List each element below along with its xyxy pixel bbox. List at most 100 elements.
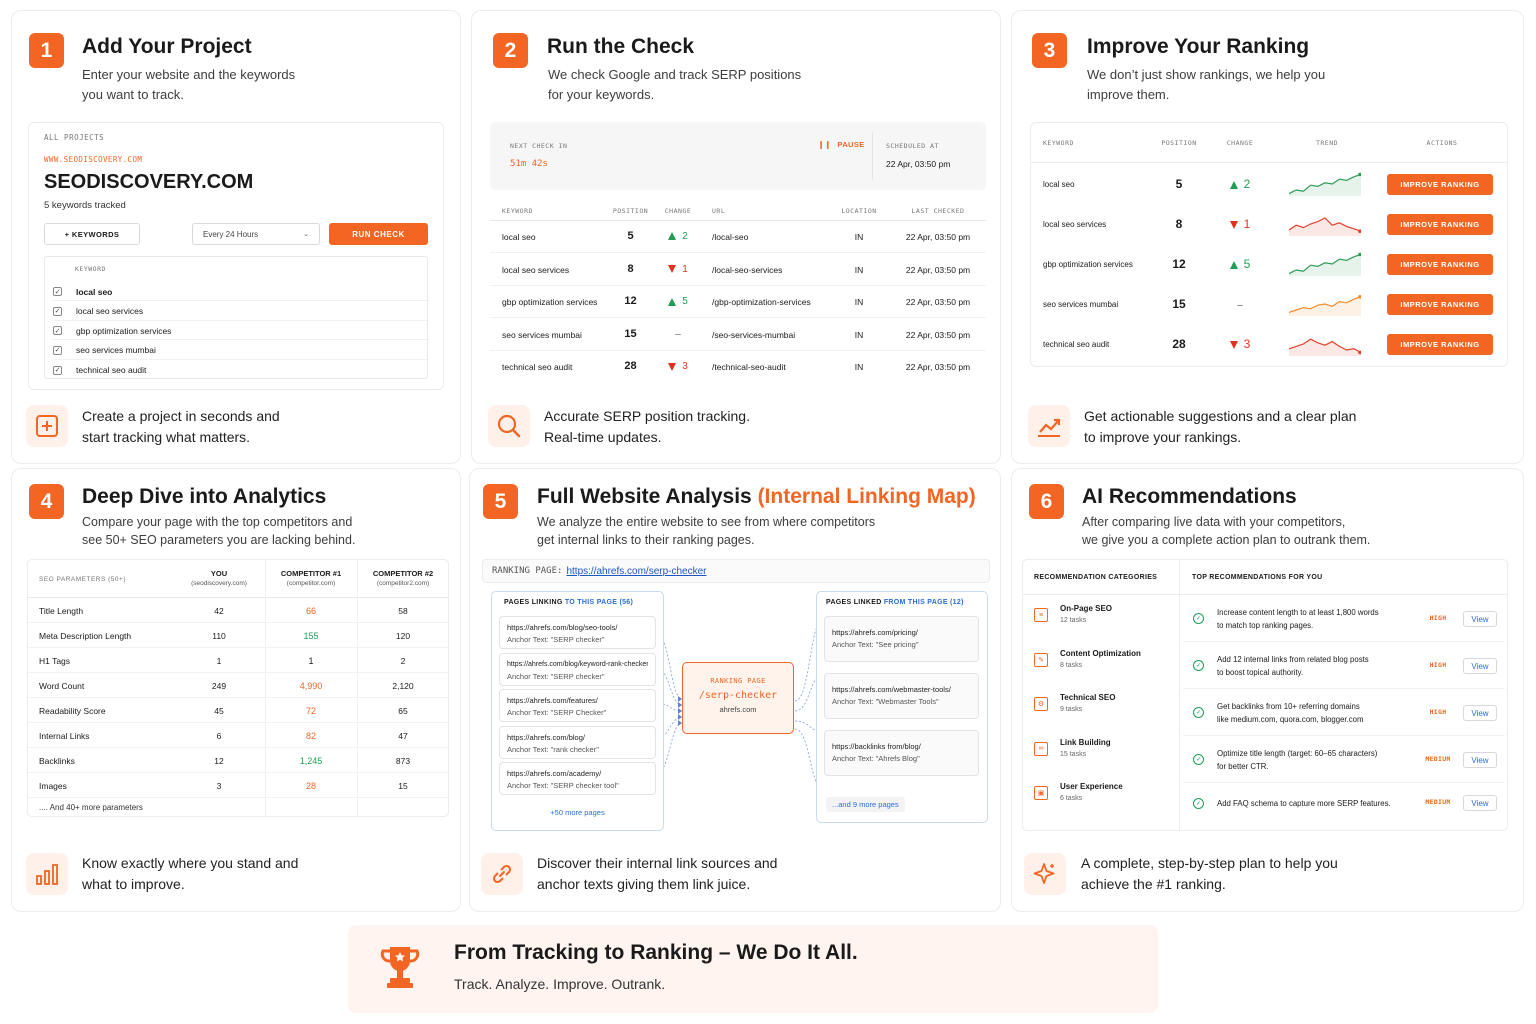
anchor-text: Anchor Text: "SERP checker"	[507, 671, 605, 681]
run-check-button[interactable]: RUN CHECK	[329, 223, 428, 245]
pause-button[interactable]: ❙❙ PAUSE	[818, 140, 865, 149]
project-url[interactable]: WWW.SEODISCOVERY.COM	[44, 155, 142, 164]
add-keywords-button[interactable]: + KEYWORDS	[44, 223, 140, 245]
keyword-cell: technical seo audit	[502, 362, 573, 373]
linking-page-item[interactable]: https://ahrefs.com/blog/seo-tools/Anchor…	[499, 616, 656, 649]
linking-page-url: https://ahrefs.com/blog/seo-tools/	[507, 623, 618, 632]
location-cell: IN	[854, 329, 864, 340]
center-ranking-page[interactable]: RANKING PAGE /serp-checker ahrefs.com	[682, 662, 794, 734]
competitor1-cell: 4,990	[299, 681, 323, 691]
table-row: gbp optimization services 12 5 IMPROVE RANK…	[1031, 245, 1507, 285]
category-item[interactable]: ∞ Link Building 15 tasks	[1034, 738, 1174, 768]
step-card-1: 1 Add Your Project Enter your website an…	[11, 10, 461, 464]
linked-page-url: https://ahrefs.com/webmaster-tools/	[832, 685, 951, 694]
competitor1-cell: 28	[305, 781, 316, 791]
more-linked-pages[interactable]: ...and 9 more pages	[826, 797, 905, 812]
parameter-cell: Backlinks	[39, 756, 75, 766]
view-button[interactable]: View	[1463, 752, 1497, 768]
linked-page-item[interactable]: https://ahrefs.com/pricing/Anchor Text: …	[824, 616, 979, 662]
category-item[interactable]: ≡ On-Page SEO 12 tasks	[1034, 604, 1174, 634]
change-cell: –	[1237, 300, 1243, 311]
keyword-row[interactable]: ✓ seo services mumbai	[53, 342, 427, 360]
improve-ranking-button[interactable]: IMPROVE RANKING	[1387, 214, 1493, 235]
you-cell: 3	[216, 781, 222, 791]
more-linking-pages[interactable]: +50 more pages	[492, 808, 663, 817]
keyword-row[interactable]: ✓ technical seo audit	[53, 361, 427, 379]
keyword-cell: seo services mumbai	[502, 329, 582, 340]
category-name: Link Building	[1060, 737, 1111, 747]
change-cell: 5	[658, 296, 698, 307]
pages-linked-header: PAGES LINKED FROM THIS PAGE (12)	[826, 599, 964, 606]
linking-page-url: https://ahrefs.com/blog/keyword-rank-che…	[507, 660, 648, 668]
view-button[interactable]: View	[1463, 658, 1497, 674]
arrow-up-icon	[1229, 180, 1238, 189]
category-name: Content Optimization	[1060, 648, 1141, 658]
url-cell[interactable]: /gbp-optimization-services	[712, 297, 811, 307]
recommendation-text: Optimize title length (target: 60–65 cha…	[1217, 747, 1422, 773]
category-item[interactable]: ⚙ Technical SEO 9 tasks	[1034, 693, 1174, 723]
improve-ranking-button[interactable]: IMPROVE RANKING	[1387, 294, 1493, 315]
category-tasks: 6 tasks	[1060, 795, 1083, 802]
keyword-cell: local seo services	[1043, 220, 1107, 229]
table-row: Readability Score 45 72 65	[28, 698, 448, 723]
url-cell[interactable]: /local-seo-services	[712, 265, 782, 275]
category-item[interactable]: ▣ User Experience 6 tasks	[1034, 782, 1174, 812]
step-description: Enter your website and the keywords you w…	[82, 67, 296, 102]
project-panel: ALL PROJECTS WWW.SEODISCOVERY.COM SEODIS…	[28, 122, 444, 390]
improve-ranking-button[interactable]: IMPROVE RANKING	[1387, 254, 1493, 275]
column-header: ACTIONS	[1426, 139, 1458, 147]
improve-ranking-button[interactable]: IMPROVE RANKING	[1387, 174, 1493, 195]
priority-badge: MEDIUM	[1425, 755, 1451, 763]
table-row: Internal Links 6 82 47	[28, 723, 448, 748]
anchor-text: Anchor Text: "SERP checker tool"	[507, 781, 619, 790]
step-title: Deep Dive into Analytics	[82, 485, 327, 508]
ranking-page-label: RANKING PAGE:	[492, 566, 563, 576]
checkbox[interactable]: ✓	[53, 345, 62, 355]
view-button[interactable]: View	[1463, 705, 1497, 721]
trend-sparkline	[1289, 217, 1361, 236]
linking-page-item[interactable]: https://ahrefs.com/blog/Anchor Text: "ra…	[499, 725, 656, 759]
next-check-countdown: 51m 42s	[510, 159, 548, 169]
improve-ranking-button[interactable]: IMPROVE RANKING	[1387, 334, 1493, 355]
competitor2-cell: 2	[400, 656, 406, 666]
checkbox[interactable]: ✓	[53, 287, 62, 296]
step-card-4: 4 Deep Dive into Analytics Compare your …	[11, 468, 461, 912]
position-cell: 5	[627, 230, 634, 242]
table-row: seo services mumbai 15 – /seo-services-mumb…	[490, 319, 986, 351]
url-cell[interactable]: /technical-seo-audit	[712, 362, 786, 372]
last-checked-cell: 22 Apr, 03:50 pm	[905, 297, 971, 308]
keyword-row[interactable]: ✓ local seo	[53, 283, 427, 301]
you-cell: 6	[216, 731, 222, 741]
view-button[interactable]: View	[1463, 611, 1497, 627]
bar-chart-icon	[26, 853, 68, 895]
settings-icon: ⚙	[1034, 697, 1048, 711]
ranking-page-bar: RANKING PAGE: https://ahrefs.com/serp-ch…	[482, 559, 990, 583]
linking-page-item[interactable]: https://ahrefs.com/blog/keyword-rank-che…	[499, 652, 656, 686]
table-row: technical seo audit 28 3/technical-seo-aud…	[490, 351, 986, 383]
view-button[interactable]: View	[1463, 795, 1497, 811]
checkbox[interactable]: ✓	[53, 365, 62, 375]
column-header: KEYWORD	[502, 207, 533, 215]
linking-page-item[interactable]: https://ahrefs.com/academy/Anchor Text: …	[499, 762, 656, 795]
keyword-text: local seo services	[76, 306, 144, 316]
frequency-select[interactable]: Every 24 Hours ⌄	[192, 223, 320, 245]
keyword-row[interactable]: ✓ local seo services	[53, 303, 427, 321]
you-cell: 12	[214, 756, 224, 766]
table-row: Meta Description Length 110 155 120	[28, 623, 448, 648]
arrow-down-icon	[1229, 340, 1238, 349]
category-item[interactable]: ✎ Content Optimization 8 tasks	[1034, 649, 1174, 679]
url-cell[interactable]: /local-seo	[712, 232, 748, 242]
location-cell: IN	[854, 362, 864, 373]
checkbox[interactable]: ✓	[53, 306, 62, 316]
linked-page-item[interactable]: https://backlinks from/blog/Anchor Text:…	[824, 730, 979, 776]
pages-linking-panel: PAGES LINKING TO THIS PAGE (56) https://…	[491, 591, 664, 831]
step-card-6: 6 AI Recommendations After comparing liv…	[1011, 468, 1524, 912]
ranking-page-url[interactable]: https://ahrefs.com/serp-checker	[566, 566, 706, 577]
recommendation-line: Add FAQ schema to capture more SERP feat…	[1217, 799, 1391, 808]
checkbox[interactable]: ✓	[53, 326, 62, 335]
linked-page-item[interactable]: https://ahrefs.com/webmaster-tools/Ancho…	[824, 673, 979, 719]
linking-page-item[interactable]: https://ahrefs.com/features/Anchor Text:…	[499, 689, 656, 722]
url-cell[interactable]: /seo-services-mumbai	[712, 330, 795, 340]
step-description: After comparing live data with your comp…	[1082, 515, 1371, 547]
keyword-row[interactable]: ✓ gbp optimization services	[53, 322, 427, 340]
